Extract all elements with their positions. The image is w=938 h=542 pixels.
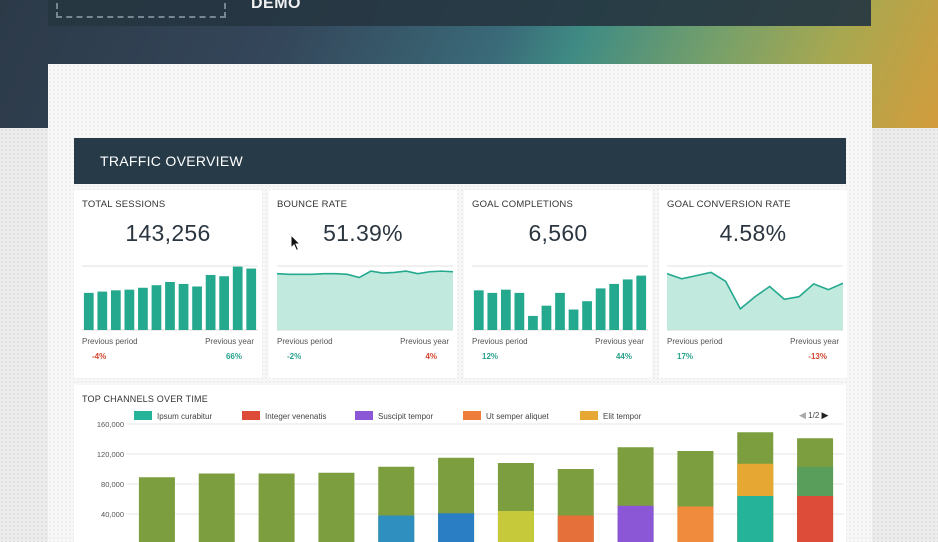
sparkline-bar: [178, 283, 189, 330]
previous-year-label: Previous year: [595, 337, 644, 346]
kpi-value: 143,256: [125, 220, 211, 246]
kpi-sparkline: [82, 265, 258, 331]
previous-period-change: -2%: [287, 352, 302, 361]
sparkline-bar: [568, 309, 579, 330]
sparkline-bar: [192, 286, 202, 330]
kpi-value: 6,560: [528, 220, 588, 246]
kpi-sparkline: [472, 265, 648, 331]
sparkline-bar: [110, 290, 121, 330]
stacked-bar-segment: [497, 511, 534, 542]
previous-year-change: 4%: [425, 352, 437, 361]
kpi-card-goal-conversion-rate[interactable]: GOAL CONVERSION RATE 4.58% Previous peri…: [659, 190, 847, 378]
sparkline-bar: [205, 274, 216, 330]
section-header: TRAFFIC OVERVIEW: [74, 138, 846, 184]
sparkline-bar: [246, 268, 257, 330]
stacked-bar-segment: [617, 505, 654, 542]
sparkline-bar: [487, 292, 498, 330]
previous-year-label: Previous year: [205, 337, 254, 346]
sparkline-bar: [138, 287, 148, 330]
sparkline-bar: [97, 291, 108, 330]
sparkline-bar: [500, 289, 511, 330]
sparkline-area: [277, 271, 453, 330]
sparkline-bar: [609, 283, 620, 330]
previous-year-change: 44%: [615, 352, 632, 361]
kpi-card-total-sessions[interactable]: TOTAL SESSIONS 143,256 Previous period P…: [74, 190, 262, 378]
logo-placeholder[interactable]: [56, 0, 226, 18]
top-channels-widget: TOP CHANNELS OVER TIME Ipsum curabitur I…: [74, 385, 846, 542]
section-title: TRAFFIC OVERVIEW: [100, 153, 243, 169]
kpi-title: GOAL COMPLETIONS: [472, 199, 574, 210]
sparkline-bar: [528, 315, 538, 330]
y-tick-label: 120,000: [97, 450, 124, 459]
kpi-sparkline: [277, 265, 453, 331]
previous-period-change: -4%: [92, 352, 107, 361]
sparkline-bar: [514, 292, 525, 330]
kpi-card-bounce-rate[interactable]: BOUNCE RATE 51.39% Previous period Previ…: [269, 190, 457, 378]
stacked-bar-segment: [677, 506, 714, 542]
sparkline-bar: [555, 292, 565, 330]
previous-period-label: Previous period: [472, 337, 528, 346]
kpi-sparkline: [667, 265, 843, 331]
kpi-value: 4.58%: [719, 220, 787, 246]
stacked-bar-segment: [318, 472, 355, 542]
sparkline-bar: [151, 285, 162, 330]
brand-title: DEMO: [251, 0, 301, 12]
previous-period-change: 12%: [482, 352, 499, 361]
previous-year-label: Previous year: [790, 337, 839, 346]
kpi-card-goal-completions[interactable]: GOAL COMPLETIONS 6,560 Previous period P…: [464, 190, 652, 378]
stacked-bar-segment: [557, 515, 594, 542]
sparkline-bar: [595, 288, 606, 330]
sparkline-bar: [124, 289, 135, 330]
previous-period-label: Previous period: [82, 337, 138, 346]
sparkline-bar: [622, 279, 633, 330]
y-tick-label: 160,000: [97, 420, 124, 429]
previous-year-change: -13%: [808, 352, 827, 361]
previous-period-label: Previous period: [667, 337, 723, 346]
stacked-bar-segment: [138, 477, 175, 542]
sparkline-bar: [232, 266, 243, 330]
sparkline-bar: [219, 276, 230, 330]
channels-bar-chart: 160,000120,00080,00040,0000: [97, 420, 844, 542]
stacked-bar-segment: [438, 513, 475, 542]
previous-period-change: 17%: [677, 352, 694, 361]
sparkline-bar: [165, 282, 175, 330]
kpi-title: BOUNCE RATE: [277, 199, 348, 210]
stacked-bar-segment: [378, 515, 415, 542]
top-navigation-bar: DEMO: [48, 0, 871, 26]
sparkline-bar: [83, 292, 94, 330]
y-tick-label: 40,000: [101, 510, 124, 519]
stacked-bar-segment: [258, 473, 295, 542]
y-tick-label: 80,000: [101, 480, 124, 489]
mouse-cursor-icon: [290, 234, 302, 252]
previous-year-change: 66%: [225, 352, 242, 361]
sparkline-area: [667, 272, 843, 330]
sparkline-bar: [636, 275, 647, 330]
sparkline-bar: [541, 305, 552, 330]
previous-period-label: Previous period: [277, 337, 333, 346]
kpi-title: TOTAL SESSIONS: [82, 199, 166, 210]
sparkline-bar: [473, 290, 484, 330]
stacked-bar-segment: [198, 473, 235, 542]
previous-year-label: Previous year: [400, 337, 449, 346]
sparkline-bar: [582, 301, 592, 330]
stacked-bar-segment: [737, 496, 774, 542]
stacked-bar-segment: [797, 496, 834, 542]
kpi-title: GOAL CONVERSION RATE: [667, 199, 791, 210]
